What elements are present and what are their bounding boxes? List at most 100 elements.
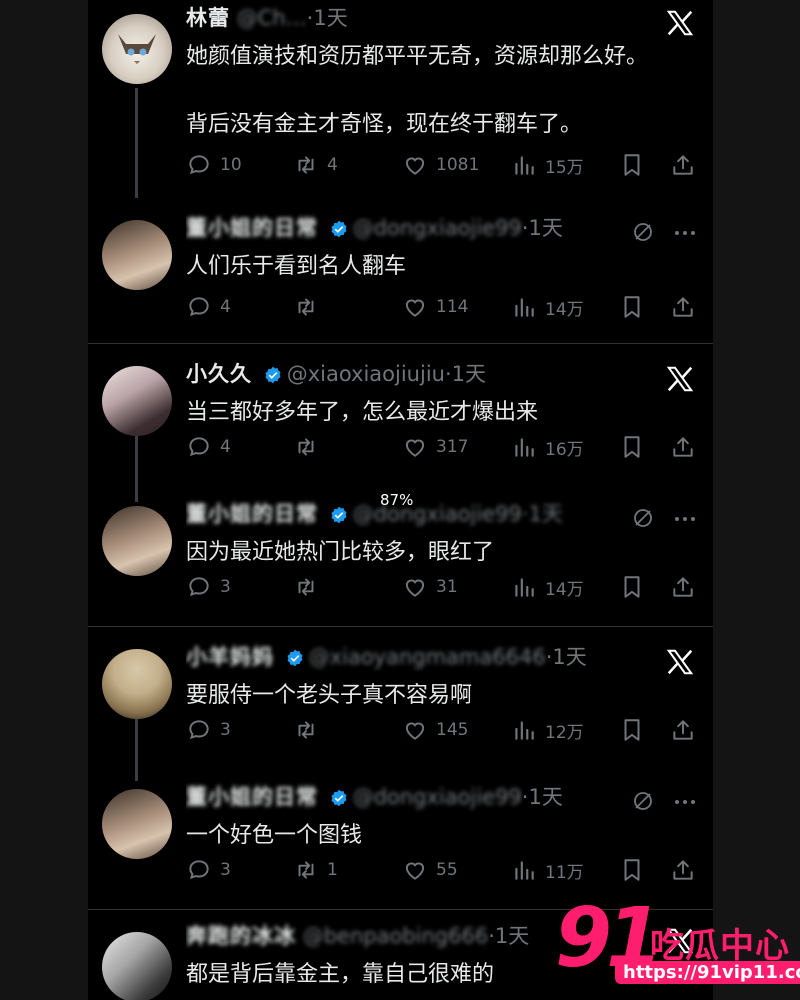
repost-button[interactable] [293,292,327,322]
post-header: 小羊妈妈 @xiaoyangmama6646·1天 [186,641,623,675]
bookmark-button[interactable] [619,150,653,180]
like-button[interactable]: 1081 [402,150,479,180]
post-time: ·1天 [444,362,487,386]
watermark: 91 吃瓜中心 https://91vip11.com [555,895,800,995]
more-options-icon[interactable] [673,799,697,805]
views-button[interactable]: 14万 [511,292,584,322]
bookmark-icon [619,857,645,883]
reply-button[interactable]: 3 [186,855,231,885]
author-handle[interactable]: @xiaoyangmama6646 [309,645,546,669]
views-button[interactable]: 15万 [511,150,584,180]
reply-button[interactable]: 4 [186,292,231,322]
post[interactable]: 小久久 @xiaoxiaojiujiu·1天 当三都好多年了，怎么最近才爆出来 … [88,356,713,486]
repost-button[interactable]: 4 [293,150,338,180]
author-name[interactable]: 董小姐的日常 [186,502,318,526]
bookmark-button[interactable] [619,292,653,322]
post[interactable]: 小羊妈妈 @xiaoyangmama6646·1天 要服侍一个老头子真不容易啊 … [88,639,713,769]
bookmark-button[interactable] [619,572,653,602]
post[interactable]: 林蕾 @Ch…·1天 她颜值演技和资历都平平无奇，资源却那么好。 背后没有金主才… [88,0,713,200]
verified-badge-icon [263,365,283,385]
like-icon [402,574,428,600]
avatar[interactable] [102,506,172,576]
share-icon [670,857,696,883]
mute-icon[interactable] [631,789,655,813]
thread: 小羊妈妈 @xiaoyangmama6646·1天 要服侍一个老头子真不容易啊 … [88,627,713,910]
author-name[interactable]: 奔跑的冰冰 [186,924,296,948]
reply-button[interactable]: 3 [186,572,231,602]
author-handle[interactable]: @benpaobing666 [303,924,489,948]
like-button[interactable]: 145 [402,715,468,745]
post-time: ·1天 [306,6,348,30]
post[interactable]: 董小姐的日常 @dongxiaojie99·1天 一个好色一个图钱 3 1 55… [88,779,713,909]
views-button[interactable]: 11万 [511,855,584,885]
reply-button[interactable]: 4 [186,432,231,462]
share-button[interactable] [670,432,704,462]
post-text: 她颜值演技和资历都平平无奇，资源却那么好。 背后没有金主才奇怪，现在终于翻车了。 [186,44,649,137]
reply-count: 10 [220,155,242,175]
mute-icon[interactable] [631,220,655,244]
author-name[interactable]: 董小姐的日常 [186,216,318,240]
avatar[interactable] [102,220,172,290]
post-time: ·1天 [488,924,530,948]
repost-button[interactable] [293,572,327,602]
author-handle[interactable]: @Ch… [237,6,307,30]
views-icon [511,717,537,743]
share-button[interactable] [670,292,704,322]
share-icon [670,717,696,743]
post[interactable]: 董小姐的日常 @dongxiaojie99·1天 人们乐于看到名人翻车 4 11… [88,210,713,340]
post-time: ·1天 [545,645,587,669]
view-count: 12万 [545,722,584,743]
share-button[interactable] [670,572,704,602]
reply-button[interactable]: 10 [186,150,242,180]
like-count: 317 [436,437,469,457]
repost-button[interactable] [293,432,327,462]
author-handle[interactable]: @dongxiaojie99 [353,785,522,809]
repost-icon [293,574,319,600]
like-button[interactable]: 55 [402,855,458,885]
author-name[interactable]: 林蕾 [186,6,230,30]
repost-button[interactable] [293,715,327,745]
share-icon [670,294,696,320]
author-handle[interactable]: @xiaoxiaojiujiu [287,362,445,386]
avatar[interactable] [102,932,172,1000]
avatar[interactable] [102,366,172,436]
post-text: 要服侍一个老头子真不容易啊 [186,683,473,708]
reply-icon [186,857,212,883]
like-count: 1081 [436,155,480,175]
like-count: 114 [436,297,469,317]
reply-count: 3 [220,720,231,740]
post-header: 小久久 @xiaoxiaojiujiu·1天 [186,358,623,392]
like-button[interactable]: 114 [402,292,468,322]
avatar[interactable] [102,14,172,84]
author-name[interactable]: 小久久 [186,362,252,386]
share-button[interactable] [670,150,704,180]
post[interactable]: 董小姐的日常 @dongxiaojie99·1天 因为最近她热门比较多，眼红了 … [88,496,713,626]
like-button[interactable]: 317 [402,432,468,462]
author-name[interactable]: 小羊妈妈 [186,645,274,669]
mute-icon[interactable] [631,506,655,530]
views-button[interactable]: 14万 [511,572,584,602]
avatar[interactable] [102,789,172,859]
author-handle[interactable]: @dongxiaojie99 [353,216,522,240]
views-icon [511,152,537,178]
bookmark-button[interactable] [619,432,653,462]
views-button[interactable]: 16万 [511,432,584,462]
more-options-icon[interactable] [673,516,697,522]
share-button[interactable] [670,715,704,745]
views-icon [511,857,537,883]
avatar[interactable] [102,649,172,719]
reply-button[interactable]: 3 [186,715,231,745]
views-button[interactable]: 12万 [511,715,584,745]
share-button[interactable] [670,855,704,885]
bookmark-button[interactable] [619,855,653,885]
bookmark-button[interactable] [619,715,653,745]
post-actions: 4 317 16万 [186,432,703,462]
view-count: 11万 [545,862,584,883]
more-options-icon[interactable] [673,230,697,236]
like-button[interactable]: 31 [402,572,458,602]
author-handle[interactable]: @dongxiaojie99 [353,502,522,526]
post-actions: 4 114 14万 [186,292,703,322]
author-name[interactable]: 董小姐的日常 [186,785,318,809]
post-header: 林蕾 @Ch…·1天 [186,2,623,36]
repost-button[interactable]: 1 [293,855,338,885]
